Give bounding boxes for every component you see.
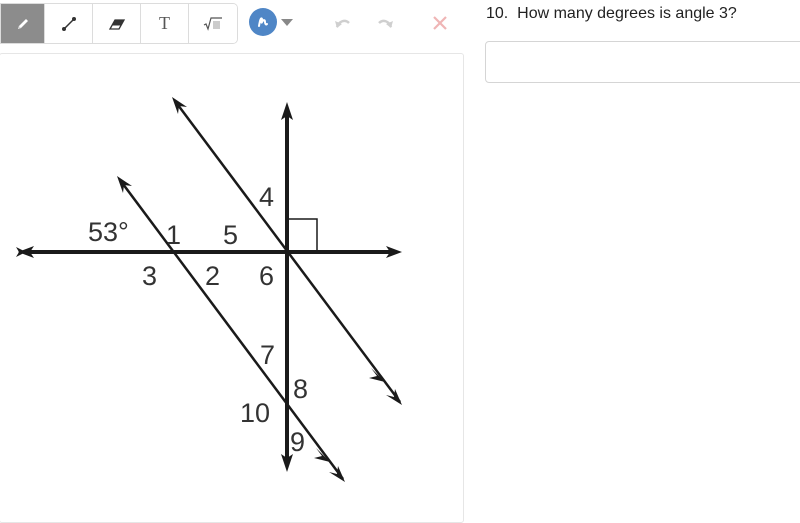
geometry-diagram: 53° 1 5 4 3 2 6 7 8 10 9 <box>16 97 402 482</box>
given-angle-label: 53° <box>88 217 129 247</box>
angle-label-1: 1 <box>166 220 181 250</box>
question-text: 10. How many degrees is angle 3? <box>486 5 737 22</box>
angle-label-6: 6 <box>259 261 274 291</box>
angle-label-4: 4 <box>259 182 274 212</box>
answer-input[interactable] <box>485 41 800 83</box>
angle-label-7: 7 <box>260 340 275 370</box>
angle-label-10: 10 <box>240 398 270 428</box>
right-angle-marker <box>287 218 318 252</box>
angle-label-2: 2 <box>205 261 220 291</box>
angle-label-8: 8 <box>293 374 308 404</box>
angle-label-3: 3 <box>142 261 157 291</box>
angle-label-5: 5 <box>223 220 238 250</box>
angle-label-9: 9 <box>290 427 305 457</box>
